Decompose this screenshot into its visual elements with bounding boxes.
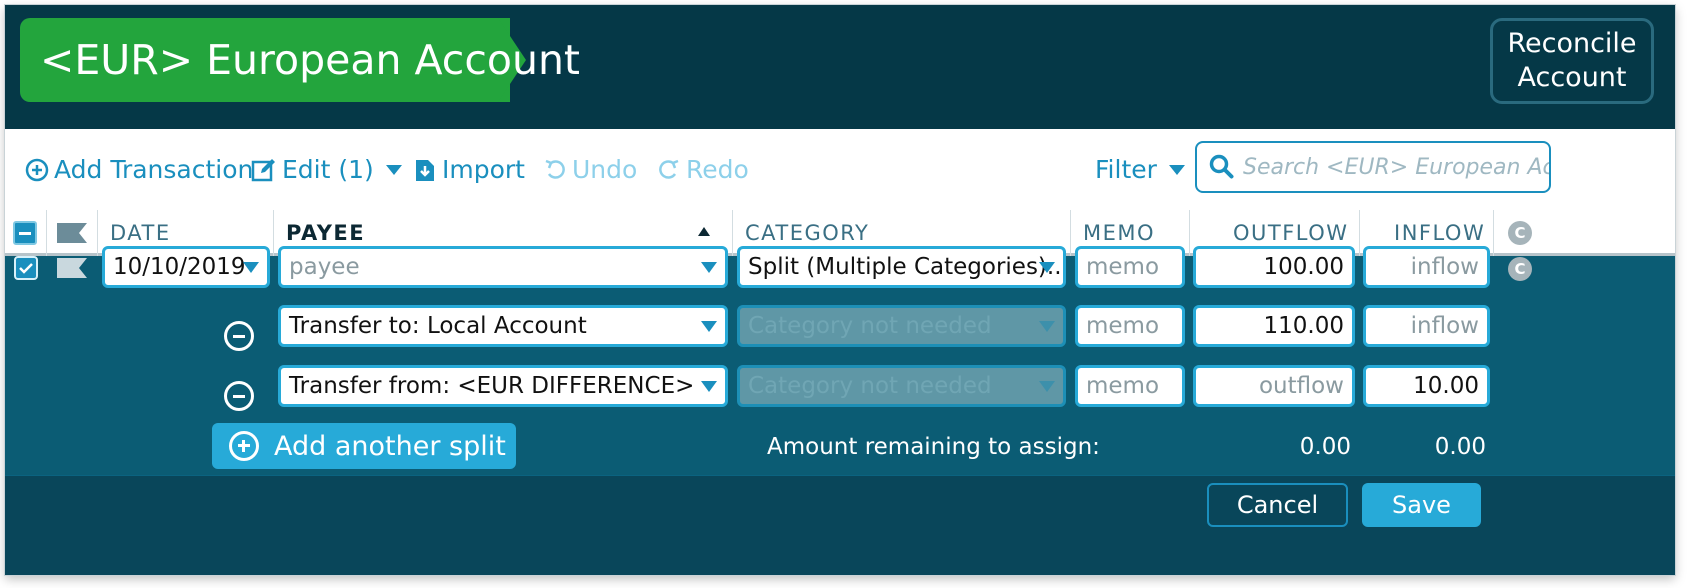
split-category-field: Category not needed	[737, 365, 1066, 407]
split-category-placeholder: Category not needed	[748, 373, 992, 399]
split-inflow-field[interactable]: 10.00	[1363, 365, 1490, 407]
search-placeholder: Search <EUR> European Account	[1243, 154, 1549, 180]
date-value: 10/10/2019	[113, 254, 246, 280]
search-icon	[1209, 154, 1234, 179]
add-another-split-button[interactable]: Add another split	[212, 423, 516, 469]
split-category-field: Category not needed	[737, 305, 1066, 347]
edit-menu-button[interactable]: Edit (1)	[251, 129, 402, 210]
add-transaction-label: Add Transaction	[54, 155, 254, 184]
chevron-down-icon	[385, 164, 402, 175]
import-button[interactable]: Import	[413, 129, 525, 210]
cleared-toggle-icon[interactable]: C	[1508, 257, 1532, 281]
select-all-checkbox[interactable]	[13, 221, 37, 245]
chevron-down-icon[interactable]	[243, 262, 259, 273]
cancel-button[interactable]: Cancel	[1207, 483, 1348, 527]
remaining-inflow: 0.00	[1434, 434, 1486, 460]
remove-split-button[interactable]	[224, 381, 254, 411]
plus-circle-icon	[229, 431, 259, 461]
cleared-column-icon[interactable]: C	[1508, 221, 1532, 245]
filter-button[interactable]: Filter	[1095, 129, 1185, 210]
amount-remaining-label: Amount remaining to assign:	[767, 434, 1100, 460]
add-transaction-button[interactable]: Add Transaction	[25, 129, 253, 210]
split-inflow-field[interactable]: inflow	[1363, 305, 1490, 347]
split-memo-field[interactable]: memo	[1075, 305, 1185, 347]
undo-label: Undo	[572, 155, 638, 184]
category-field[interactable]: Split (Multiple Categories)...	[737, 246, 1066, 288]
import-label: Import	[442, 155, 525, 184]
split-payee-field[interactable]: Transfer from: <EUR DIFFERENCE>	[278, 365, 728, 407]
undo-button[interactable]: Undo	[543, 129, 637, 210]
search-input[interactable]: Search <EUR> European Account	[1195, 141, 1551, 193]
chevron-down-icon	[1039, 381, 1055, 392]
row-checkbox[interactable]	[14, 256, 38, 280]
chevron-down-icon	[1039, 321, 1055, 332]
split-payee-value: Transfer from: <EUR DIFFERENCE>	[289, 373, 695, 399]
register-toolbar: Add Transaction Edit (1) Import Undo Red…	[5, 129, 1675, 211]
account-title: <EUR> European Account	[40, 36, 581, 84]
edit-label: Edit (1)	[282, 155, 374, 184]
split-category-placeholder: Category not needed	[748, 313, 992, 339]
memo-field[interactable]: memo	[1075, 246, 1185, 288]
save-button[interactable]: Save	[1362, 483, 1481, 527]
date-field[interactable]: 10/10/2019	[102, 246, 270, 288]
reconcile-account-button[interactable]: Reconcile Account	[1490, 18, 1654, 104]
account-header: <EUR> European Account Reconcile Account	[5, 5, 1675, 129]
split-outflow-field[interactable]: outflow	[1193, 365, 1355, 407]
split-outflow-field[interactable]: 110.00	[1193, 305, 1355, 347]
payee-field[interactable]: payee	[278, 246, 728, 288]
redo-icon	[659, 159, 679, 179]
chevron-down-icon[interactable]	[1039, 262, 1055, 273]
register-window: <EUR> European Account Reconcile Account…	[5, 5, 1675, 575]
split-payee-field[interactable]: Transfer to: Local Account	[278, 305, 728, 347]
checkmark-icon	[19, 263, 33, 274]
import-icon	[416, 159, 434, 181]
chevron-down-icon[interactable]	[701, 262, 717, 273]
plus-circle-icon	[25, 158, 49, 181]
account-name-tag: <EUR> European Account	[20, 18, 580, 102]
redo-button[interactable]: Redo	[657, 129, 749, 210]
filter-label: Filter	[1095, 155, 1157, 184]
remaining-outflow: 0.00	[1299, 434, 1351, 460]
outflow-field[interactable]: 100.00	[1193, 246, 1355, 288]
remove-split-button[interactable]	[224, 321, 254, 351]
flag-column-icon[interactable]	[57, 223, 87, 243]
payee-placeholder: payee	[289, 254, 360, 280]
flag-icon[interactable]	[57, 258, 87, 278]
undo-icon	[545, 159, 565, 179]
split-payee-value: Transfer to: Local Account	[289, 313, 587, 339]
chevron-down-icon[interactable]	[701, 381, 717, 392]
category-value: Split (Multiple Categories)...	[748, 254, 1066, 280]
split-memo-field[interactable]: memo	[1075, 365, 1185, 407]
edit-icon	[251, 158, 275, 181]
inflow-field[interactable]: inflow	[1363, 246, 1490, 288]
sort-ascending-icon	[698, 227, 710, 236]
add-split-label: Add another split	[274, 430, 506, 462]
chevron-down-icon[interactable]	[701, 321, 717, 332]
redo-label: Redo	[686, 155, 749, 184]
chevron-down-icon	[1168, 164, 1185, 175]
